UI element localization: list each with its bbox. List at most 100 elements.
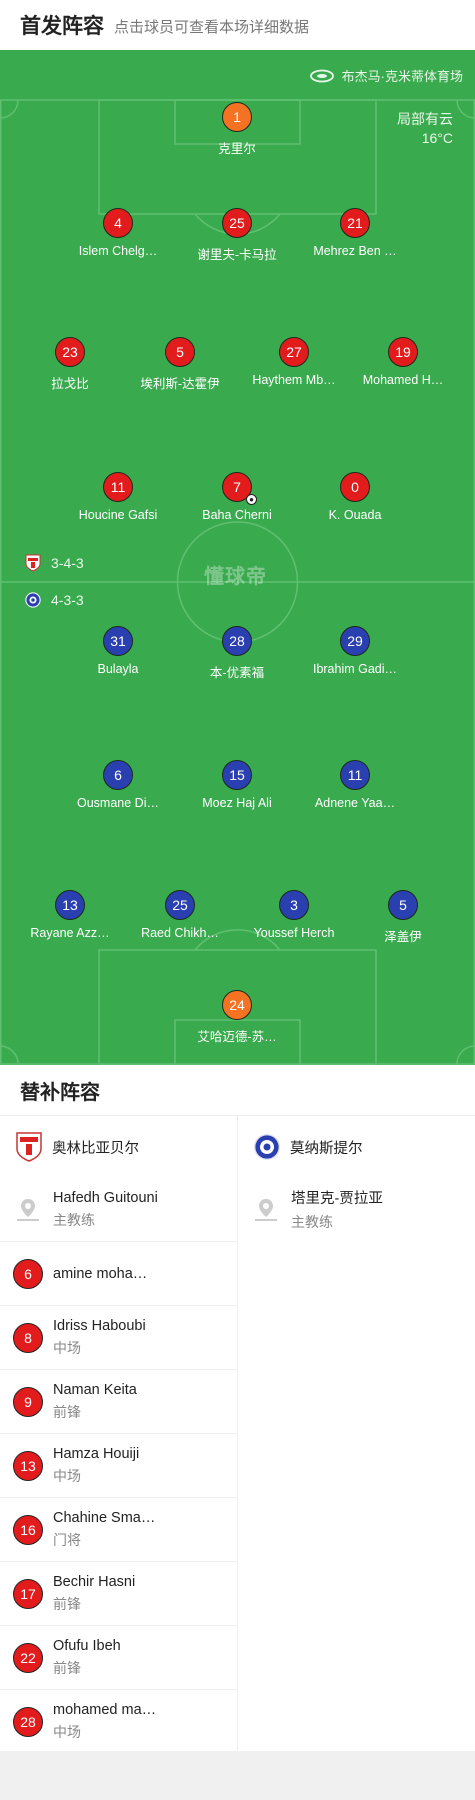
coach-role: 主教练 — [53, 1211, 95, 1228]
player-number: 7 — [233, 479, 241, 495]
away-player-9[interactable]: 3 Youssef Herch — [239, 890, 349, 940]
away-formation: 4-3-3 — [25, 591, 84, 609]
away-player-7[interactable]: 13 Rayane Azz… — [15, 890, 125, 940]
player-name: Houcine Gafsi — [78, 508, 158, 522]
player-name: K. Ouada — [328, 508, 382, 522]
away-player-2[interactable]: 28 本-优素福 — [182, 626, 292, 681]
player-number-badge: 6 — [103, 760, 133, 790]
sub-number-badge: 17 — [13, 1578, 43, 1609]
player-number-badge: 3 — [279, 890, 309, 920]
player-number-badge: 11 — [340, 760, 370, 790]
sub-row[interactable]: 22 Ofufu Ibeh 前锋 — [0, 1626, 237, 1690]
home-player-8[interactable]: 19 Mohamed H… — [348, 337, 458, 387]
home-formation-label: 3-4-3 — [51, 555, 84, 571]
player-name: Mehrez Ben … — [313, 244, 397, 258]
away-team-row: 莫纳斯提尔 — [238, 1116, 475, 1178]
player-number-badge: 25 — [222, 208, 252, 238]
sub-row[interactable]: 8 Idriss Haboubi 中场 — [0, 1306, 237, 1370]
sub-name: mohamed ma… — [53, 1701, 157, 1718]
away-player-8[interactable]: 25 Raed Chikh… — [125, 890, 235, 940]
player-name: 克里尔 — [218, 142, 256, 156]
player-number-badge: 25 — [165, 890, 195, 920]
home-player-9[interactable]: 11 Houcine Gafsi — [63, 472, 173, 522]
sub-row[interactable]: 13 Hamza Houiji 中场 — [0, 1434, 237, 1498]
player-number-badge: 29 — [340, 626, 370, 656]
player-name: Ousmane Di… — [77, 796, 159, 810]
home-player-1[interactable]: 1 克里尔 — [182, 102, 292, 157]
away-player-5[interactable]: 15 Moez Haj Ali — [182, 760, 292, 810]
sub-name: amine moha… — [53, 1265, 148, 1282]
home-coach-row[interactable]: Hafedh Guitouni 主教练 — [0, 1178, 237, 1242]
sub-position: 中场 — [53, 1467, 81, 1484]
coach-role: 主教练 — [291, 1214, 333, 1230]
player-name: 泽盖伊 — [384, 930, 422, 944]
home-player-5[interactable]: 23 拉戈比 — [15, 337, 125, 392]
weather-temp: 16°C — [421, 130, 453, 146]
away-player-10[interactable]: 5 泽盖伊 — [348, 890, 458, 945]
sub-number-badge: 13 — [13, 1450, 43, 1481]
player-name: Islem Chelg… — [78, 244, 158, 258]
player-name: 艾哈迈德-苏… — [197, 1030, 277, 1044]
player-number-badge: 0 — [340, 472, 370, 502]
sub-row[interactable]: 16 Chahine Sma… 门将 — [0, 1498, 237, 1562]
stadium-info: 布杰马·克米蒂体育场 — [309, 66, 463, 85]
sub-number-badge: 28 — [13, 1706, 43, 1737]
away-player-4[interactable]: 6 Ousmane Di… — [63, 760, 173, 810]
home-subs-column: 奥林比亚贝尔 Hafedh Guitouni 主教练 6 amine moha…… — [0, 1116, 238, 1751]
stadium-icon — [309, 69, 334, 82]
sub-row[interactable]: 6 amine moha… — [0, 1242, 237, 1306]
sub-name: Naman Keita — [53, 1381, 137, 1398]
home-player-3[interactable]: 25 谢里夫-卡马拉 — [182, 208, 292, 263]
away-player-6[interactable]: 11 Adnene Yaa… — [300, 760, 410, 810]
sub-number-badge: 9 — [13, 1386, 43, 1417]
away-subs-column: 莫纳斯提尔 塔里克-贾拉亚 主教练 — [238, 1116, 475, 1751]
sub-number-badge: 8 — [13, 1322, 43, 1353]
player-name: Mohamed H… — [362, 373, 444, 387]
player-number-badge: 31 — [103, 626, 133, 656]
player-number-badge: 13 — [55, 890, 85, 920]
sub-position: 中场 — [53, 1723, 81, 1740]
home-team-name: 奥林比亚贝尔 — [52, 1140, 139, 1157]
sub-name: Hamza Houiji — [53, 1445, 140, 1462]
home-player-10[interactable]: 7 ● Baha Cherni — [182, 472, 292, 522]
sub-number-badge: 22 — [13, 1642, 43, 1673]
away-player-1[interactable]: 31 Bulayla — [63, 626, 173, 676]
player-name: Raed Chikh… — [141, 926, 219, 940]
away-coach-row[interactable]: 塔里克-贾拉亚 主教练 — [238, 1178, 475, 1241]
sub-row[interactable]: 9 Naman Keita 前锋 — [0, 1370, 237, 1434]
away-player-11[interactable]: 24 艾哈迈德-苏… — [182, 990, 292, 1045]
watermark-logo: 懂球帝 — [204, 566, 267, 588]
sub-number-badge: 6 — [13, 1258, 43, 1289]
sub-position: 门将 — [53, 1531, 81, 1548]
home-player-2[interactable]: 4 Islem Chelg… — [63, 208, 173, 258]
home-player-6[interactable]: 5 埃利斯-达霍伊 — [125, 337, 235, 392]
weather-info: 局部有云 16°C — [397, 110, 453, 148]
sub-row[interactable]: 17 Bechir Hasni 前锋 — [0, 1562, 237, 1626]
player-number-badge: 7 ● — [222, 472, 257, 505]
subs-panel: 奥林比亚贝尔 Hafedh Guitouni 主教练 6 amine moha…… — [0, 1116, 475, 1751]
home-team-crest-icon — [25, 554, 41, 572]
player-number-badge: 28 — [222, 626, 252, 656]
home-formation: 3-4-3 — [25, 554, 84, 572]
player-name: Bulayla — [97, 662, 139, 676]
player-name: Youssef Herch — [253, 926, 335, 940]
coach-avatar-icon — [17, 1198, 39, 1221]
home-player-4[interactable]: 21 Mehrez Ben … — [300, 208, 410, 258]
player-name: Rayane Azz… — [30, 926, 110, 940]
sub-row[interactable]: 28 mohamed ma… 中场 — [0, 1690, 237, 1753]
sub-name: Idriss Haboubi — [53, 1317, 146, 1334]
lineup-header: 首发阵容 点击球员可查看本场详细数据 — [0, 0, 475, 50]
lineup-title: 首发阵容 — [20, 15, 104, 38]
away-formation-label: 4-3-3 — [51, 592, 84, 608]
home-player-11[interactable]: 0 K. Ouada — [300, 472, 410, 522]
coach-avatar-icon — [255, 1198, 277, 1221]
player-number-badge: 4 — [103, 208, 133, 238]
sub-position: 前锋 — [53, 1595, 81, 1612]
sub-position: 前锋 — [53, 1659, 81, 1676]
player-name: 本-优素福 — [209, 666, 265, 680]
away-player-3[interactable]: 29 Ibrahim Gadi… — [300, 626, 410, 676]
coach-name: 塔里克-贾拉亚 — [291, 1191, 383, 1207]
player-name: 谢里夫-卡马拉 — [197, 248, 277, 262]
goal-ball-icon: ● — [246, 494, 257, 505]
home-player-7[interactable]: 27 Haythem Mb… — [239, 337, 349, 387]
